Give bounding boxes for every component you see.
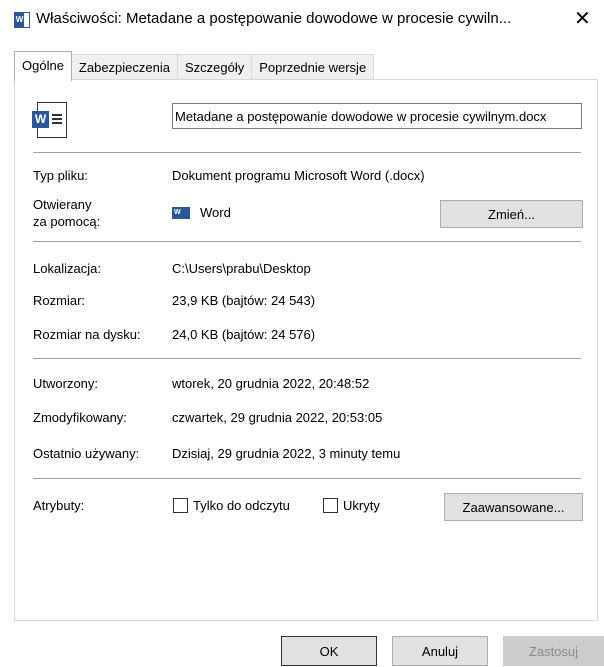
apply-button[interactable]: Zastosuj xyxy=(503,636,604,666)
cancel-button[interactable]: Anuluj xyxy=(392,636,488,666)
readonly-checkbox[interactable] xyxy=(173,498,188,513)
readonly-label[interactable]: Tylko do odczytu xyxy=(193,498,290,513)
file-type-label: Typ pliku: xyxy=(33,168,88,183)
tab-details[interactable]: Szczegóły xyxy=(176,54,253,80)
word-document-icon: W xyxy=(32,102,67,138)
tab-general[interactable]: Ogólne xyxy=(14,51,72,81)
tab-security[interactable]: Zabezpieczenia xyxy=(70,54,178,80)
window-title: Właściwości: Metadane a postępowanie dow… xyxy=(36,10,512,27)
opens-with-label-line2: za pomocą: xyxy=(33,214,101,229)
close-icon[interactable]: ✕ xyxy=(574,6,591,31)
change-button[interactable]: Zmień... xyxy=(440,200,583,228)
created-label: Utworzony: xyxy=(33,376,99,391)
divider xyxy=(33,152,581,153)
attributes-label: Atrybuty: xyxy=(33,498,85,513)
modified-label: Zmodyfikowany: xyxy=(33,410,127,425)
size-label: Rozmiar: xyxy=(33,293,86,308)
created-value: wtorek, 20 grudnia 2022, 20:48:52 xyxy=(172,376,370,391)
tab-previous-versions[interactable]: Poprzednie wersje xyxy=(251,54,375,80)
size-on-disk-value: 24,0 KB (bajtów: 24 576) xyxy=(172,327,316,342)
opens-with-app-name: Word xyxy=(200,205,231,220)
hidden-label[interactable]: Ukryty xyxy=(343,498,380,513)
general-tab-panel: W Metadane a postępowanie dowodowe w pro… xyxy=(14,79,598,621)
word-document-icon xyxy=(14,12,30,28)
title-bar: Właściwości: Metadane a postępowanie dow… xyxy=(0,0,604,38)
word-app-icon: W xyxy=(172,206,190,219)
filename-field[interactable]: Metadane a postępowanie dowodowe w proce… xyxy=(172,103,582,129)
divider xyxy=(33,241,581,242)
divider xyxy=(33,478,581,479)
opens-with-label-line1: Otwierany xyxy=(33,197,92,212)
size-on-disk-label: Rozmiar na dysku: xyxy=(33,327,141,342)
accessed-value: Dzisiaj, 29 grudnia 2022, 3 minuty temu xyxy=(172,446,401,461)
location-label: Lokalizacja: xyxy=(33,261,101,276)
accessed-label: Ostatnio używany: xyxy=(33,446,140,461)
modified-value: czwartek, 29 grudnia 2022, 20:53:05 xyxy=(172,410,383,425)
tab-strip: Ogólne Zabezpieczenia Szczegóły Poprzedn… xyxy=(14,51,375,81)
opens-with-app: W Word xyxy=(172,205,231,220)
divider xyxy=(33,358,581,359)
ok-button[interactable]: OK xyxy=(281,636,377,666)
file-type-value: Dokument programu Microsoft Word (.docx) xyxy=(172,168,425,183)
hidden-checkbox[interactable] xyxy=(323,498,338,513)
advanced-button[interactable]: Zaawansowane... xyxy=(444,493,583,521)
location-value: C:\Users\prabu\Desktop xyxy=(172,261,311,276)
size-value: 23,9 KB (bajtów: 24 543) xyxy=(172,293,316,308)
